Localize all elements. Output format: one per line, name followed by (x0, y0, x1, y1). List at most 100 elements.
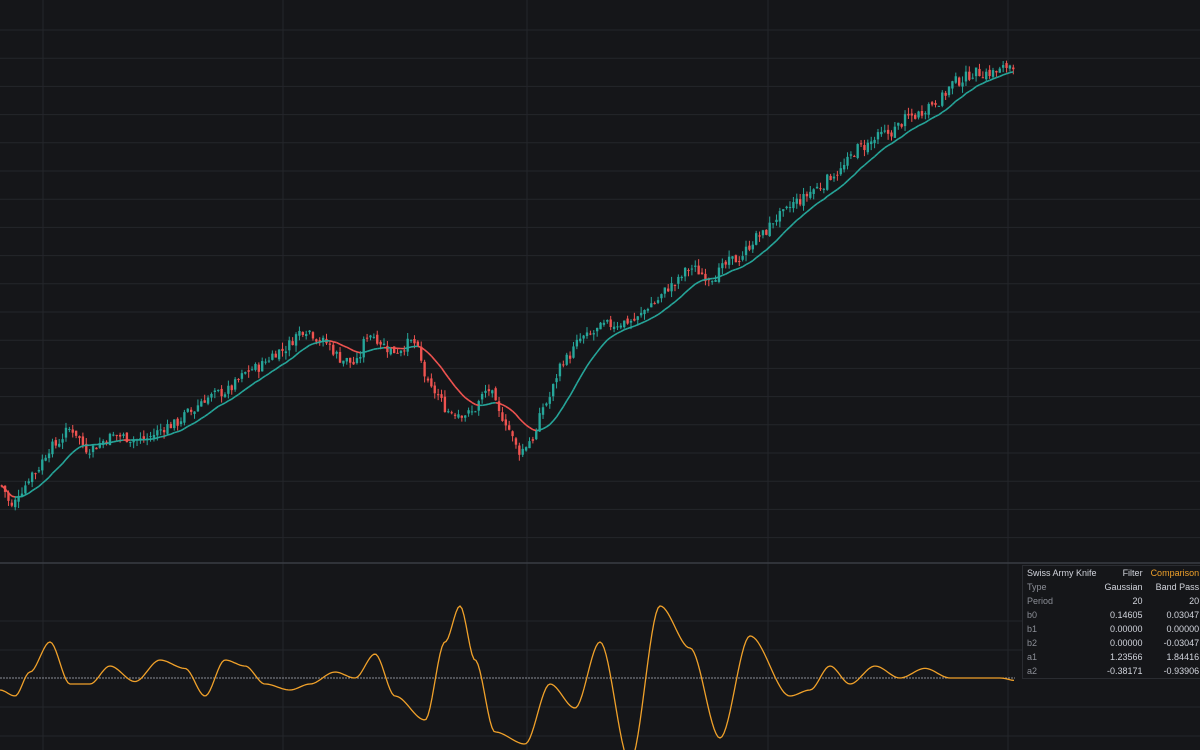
candle-up (897, 122, 900, 126)
candle-up (880, 131, 883, 135)
candle-up (815, 186, 819, 189)
candle-down (413, 338, 416, 344)
candle-down (440, 394, 443, 398)
candle-up (751, 244, 754, 250)
candle-up (717, 267, 721, 282)
candle-up (670, 283, 673, 292)
candle-up (636, 316, 639, 320)
candle-up (484, 390, 487, 393)
candle-up (355, 358, 359, 364)
candle-up (277, 349, 281, 360)
candle-down (511, 431, 514, 437)
candle-down (352, 361, 355, 365)
candle-down (853, 156, 856, 158)
moving-average-segment (1009, 71, 1014, 74)
moving-average-segment (312, 342, 317, 345)
moving-average-segment (353, 349, 358, 353)
candle-up (68, 429, 71, 431)
candle-down (819, 188, 822, 190)
moving-average-segment (177, 429, 182, 433)
candle-down (988, 69, 991, 76)
candle-up (782, 209, 785, 212)
candle-down (734, 255, 738, 263)
candle-up (741, 256, 744, 260)
candle-up (731, 256, 734, 259)
candle-up (166, 424, 169, 434)
info-row-label: Type (1027, 582, 1047, 592)
candle-down (348, 357, 352, 363)
candle-down (653, 303, 656, 305)
candle-up (294, 334, 298, 346)
candle-down (907, 113, 910, 116)
candle-down (81, 436, 85, 446)
candle-down (281, 348, 284, 351)
info-row-label: b0 (1027, 610, 1038, 620)
candle-up (639, 312, 643, 316)
candle-down (981, 77, 985, 79)
candle-down (886, 129, 890, 134)
moving-average-segment (11, 495, 16, 498)
candle-down (274, 353, 277, 358)
candle-down (453, 414, 457, 416)
candle-down (74, 430, 78, 436)
candle-down (968, 71, 971, 80)
candle-down (54, 440, 58, 446)
candle-down (386, 345, 389, 353)
candle-up (974, 67, 978, 77)
candle-up (389, 348, 392, 355)
candle-up (173, 419, 176, 429)
moving-average-segment (157, 436, 161, 439)
candle-up (579, 338, 582, 342)
candle-up (342, 360, 345, 364)
info-table: Swiss Army Knife Filter Comparison Type … (1022, 565, 1200, 679)
candle-up (467, 410, 470, 414)
chart-canvas (0, 0, 1200, 750)
candle-up (792, 202, 795, 209)
candle-up (761, 230, 765, 236)
candle-up (464, 415, 467, 418)
candle-up (575, 339, 579, 347)
info-row-comparison-value: Band Pass (1155, 582, 1200, 592)
candle-up (846, 156, 849, 166)
candle-down (494, 388, 497, 401)
candle-up (382, 343, 386, 346)
candle-up (650, 303, 653, 308)
candle-up (88, 453, 91, 455)
candle-up (267, 360, 271, 362)
info-row-filter-value: 0.14605 (1110, 610, 1143, 620)
candle-up (924, 113, 927, 115)
moving-average-segment (488, 402, 493, 405)
info-row-a1: a1 1.23566 1.84416 (1023, 650, 1200, 664)
moving-average-segment (481, 404, 486, 407)
candle-up (961, 82, 964, 87)
candle-up (683, 267, 687, 277)
candle-up (112, 434, 115, 436)
candle-down (836, 174, 839, 176)
candle-up (61, 439, 64, 443)
candle-up (308, 330, 311, 333)
moving-average-segment (366, 349, 371, 353)
info-row-filter-value: 0.00000 (1110, 638, 1143, 648)
candle-down (568, 355, 572, 359)
candle-up (565, 354, 568, 365)
candle-down (531, 439, 535, 441)
candle-down (162, 430, 166, 433)
info-row-comparison-value: -0.93906 (1163, 666, 1200, 676)
candle-up (572, 346, 575, 358)
candle-up (233, 379, 237, 390)
candle-down (508, 425, 511, 430)
candle-down (673, 284, 677, 286)
candle-up (362, 338, 365, 358)
candle-up (305, 334, 308, 337)
moving-average-segment (1002, 73, 1007, 76)
info-row-label: a1 (1027, 652, 1038, 662)
candle-down (934, 102, 937, 105)
info-row-label: b1 (1027, 624, 1038, 634)
candle-up (240, 373, 244, 379)
candle-up (991, 70, 995, 77)
candle-up (998, 68, 1001, 73)
candle-up (372, 336, 376, 338)
candle-down (504, 419, 507, 426)
candle-up (193, 411, 196, 414)
chart-background (0, 0, 1200, 750)
